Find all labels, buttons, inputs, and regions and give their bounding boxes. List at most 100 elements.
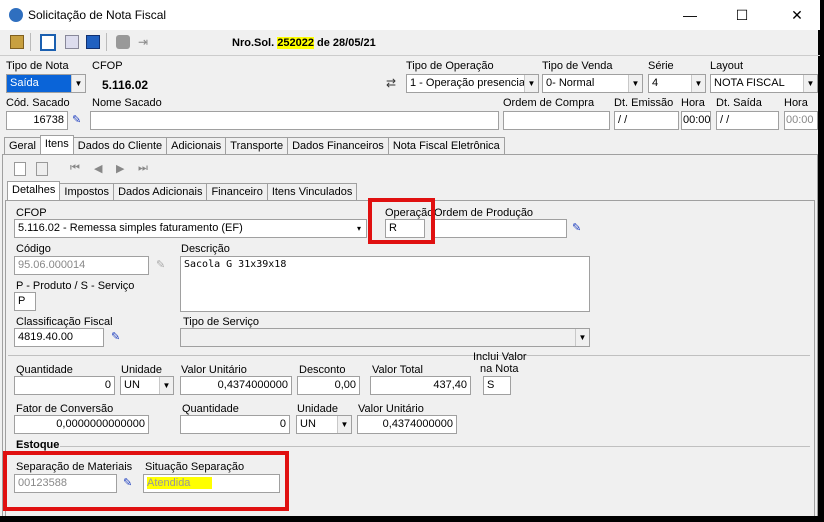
tipo-operacao-value: 1 - Operação presencial: [410, 77, 528, 89]
request-number-label: Nro.Sol.: [232, 37, 275, 49]
ordem-producao-field[interactable]: [432, 219, 567, 238]
ordem-compra-field[interactable]: [503, 111, 610, 130]
delete-item-icon[interactable]: [36, 162, 48, 176]
open-icon[interactable]: [10, 35, 24, 49]
tab-impostos[interactable]: Impostos: [59, 183, 115, 200]
quantidade-field[interactable]: 0: [14, 376, 115, 395]
unidade2-select[interactable]: UN ▼: [296, 415, 352, 434]
chevron-down-icon[interactable]: ▼: [691, 75, 705, 92]
hora-saida-field[interactable]: 00:00: [784, 111, 818, 130]
serie-select[interactable]: 4 ▼: [648, 74, 706, 93]
tipo-operacao-select[interactable]: 1 - Operação presencial ▼: [406, 74, 539, 93]
document-icon[interactable]: [40, 34, 56, 51]
quantidade2-label: Quantidade: [182, 403, 239, 415]
tab-itens[interactable]: Itens: [39, 135, 74, 154]
tab-dados-financeiros[interactable]: Dados Financeiros: [287, 137, 389, 154]
quantidade-label: Quantidade: [16, 364, 73, 376]
chevron-down-icon[interactable]: ▼: [159, 377, 173, 394]
maximize-button[interactable]: ☐: [722, 4, 762, 26]
tipo-nota-select[interactable]: Saída ▼: [6, 74, 86, 93]
new-item-icon[interactable]: [14, 162, 26, 176]
dt-emissao-field[interactable]: / /: [614, 111, 679, 130]
codigo-field[interactable]: 95.06.000014: [14, 256, 149, 275]
chevron-down-icon[interactable]: ▼: [337, 416, 351, 433]
fator-conversao-field[interactable]: 0,0000000000000: [14, 415, 149, 434]
dt-saida-label: Dt. Saída: [716, 97, 762, 109]
estoque-heading: Estoque: [16, 439, 60, 451]
request-date: de 28/05/21: [317, 37, 376, 49]
tipo-venda-select[interactable]: 0- Normal ▼: [542, 74, 643, 93]
dt-saida-field[interactable]: / /: [716, 111, 779, 130]
item-cfop-value: 5.116.02 - Remessa simples faturamento (…: [18, 222, 243, 234]
lookup-icon[interactable]: ✎: [572, 221, 581, 234]
valor-total-field[interactable]: 437,40: [370, 376, 471, 395]
lookup-icon[interactable]: ✎: [72, 113, 81, 126]
valor-unitario2-label: Valor Unitário: [358, 403, 424, 415]
tab-geral[interactable]: Geral: [4, 137, 41, 154]
operation-type-icon[interactable]: ⇄: [386, 76, 396, 90]
lookup-icon[interactable]: ✎: [111, 330, 120, 343]
valor-unitario-label: Valor Unitário: [181, 364, 247, 376]
highlight-operacao: [368, 198, 435, 244]
divider: [8, 355, 810, 356]
next-record-icon[interactable]: ▶: [116, 162, 124, 175]
chevron-down-icon[interactable]: ▼: [524, 75, 538, 92]
cfop-header-value: 5.116.02: [102, 78, 149, 92]
toolbar: ⇥ Nro.Sol. 252022 de 28/05/21: [0, 30, 820, 56]
produto-servico-field[interactable]: P: [14, 292, 36, 311]
inclui-valor-field[interactable]: S: [483, 376, 511, 395]
ordem-compra-label: Ordem de Compra: [503, 97, 595, 109]
tipo-nota-label: Tipo de Nota: [6, 60, 69, 72]
app-icon: [9, 8, 23, 22]
first-record-icon[interactable]: ⏮: [70, 162, 80, 175]
tab-itens-vinculados[interactable]: Itens Vinculados: [266, 183, 358, 200]
item-cfop-select[interactable]: 5.116.02 - Remessa simples faturamento (…: [14, 219, 367, 238]
request-number: Nro.Sol. 252022 de 28/05/21: [232, 37, 376, 49]
descricao-label: Descrição: [181, 243, 230, 255]
valor-unitario2-field[interactable]: 0,4374000000: [357, 415, 457, 434]
print-icon[interactable]: [116, 35, 130, 49]
title-bar: Solicitação de Nota Fiscal — ☐ ✕: [0, 0, 820, 30]
lookup-icon[interactable]: ✎: [156, 258, 165, 271]
descricao-field[interactable]: Sacola G 31x39x18: [180, 256, 590, 312]
ordem-producao-label: Ordem de Produção: [434, 207, 534, 219]
minimize-button[interactable]: —: [670, 4, 710, 26]
classificacao-fiscal-field[interactable]: 4819.40.00: [14, 328, 104, 347]
tab-dados-adicionais[interactable]: Dados Adicionais: [113, 183, 208, 200]
quantidade2-field[interactable]: 0: [180, 415, 290, 434]
tab-nota-fiscal-eletronica[interactable]: Nota Fiscal Eletrônica: [387, 137, 505, 154]
chevron-down-icon[interactable]: ▼: [628, 75, 642, 92]
close-button[interactable]: ✕: [777, 4, 817, 26]
tab-financeiro[interactable]: Financeiro: [206, 183, 268, 200]
highlight-separacao: [3, 451, 289, 511]
na-nota-label: na Nota: [480, 363, 519, 375]
chevron-down-icon[interactable]: ▼: [71, 75, 85, 92]
valor-unitario-field[interactable]: 0,4374000000: [180, 376, 292, 395]
copy-icon[interactable]: [65, 35, 79, 49]
nome-sacado-field[interactable]: [90, 111, 499, 130]
chevron-down-icon[interactable]: ▼: [803, 75, 817, 92]
tipo-servico-select[interactable]: ▼: [180, 328, 590, 347]
save-icon[interactable]: [86, 35, 100, 49]
tab-transporte[interactable]: Transporte: [225, 137, 289, 154]
dt-emissao-label: Dt. Emissão: [614, 97, 674, 109]
cod-sacado-label: Cód. Sacado: [6, 97, 70, 109]
unidade-select[interactable]: UN ▼: [120, 376, 174, 395]
hora-emissao-field[interactable]: 00:00: [681, 111, 711, 130]
cod-sacado-field[interactable]: 16738: [6, 111, 68, 130]
layout-select[interactable]: NOTA FISCAL ▼: [710, 74, 818, 93]
tab-detalhes[interactable]: Detalhes: [7, 181, 61, 200]
tab-adicionais[interactable]: Adicionais: [166, 137, 227, 154]
attach-icon[interactable]: ⇥: [138, 35, 152, 49]
chevron-down-icon[interactable]: ▾: [352, 220, 366, 237]
unidade2-value: UN: [300, 418, 316, 430]
tab-dados-cliente[interactable]: Dados do Cliente: [72, 137, 168, 154]
desconto-field[interactable]: 0,00: [297, 376, 360, 395]
prev-record-icon[interactable]: ◀: [94, 162, 102, 175]
hora-emissao-label: Hora: [681, 97, 705, 109]
chevron-down-icon[interactable]: ▼: [575, 329, 589, 346]
unidade-label: Unidade: [121, 364, 162, 376]
desconto-label: Desconto: [299, 364, 346, 376]
layout-value: NOTA FISCAL: [714, 77, 785, 89]
last-record-icon[interactable]: ⏭: [138, 162, 148, 175]
